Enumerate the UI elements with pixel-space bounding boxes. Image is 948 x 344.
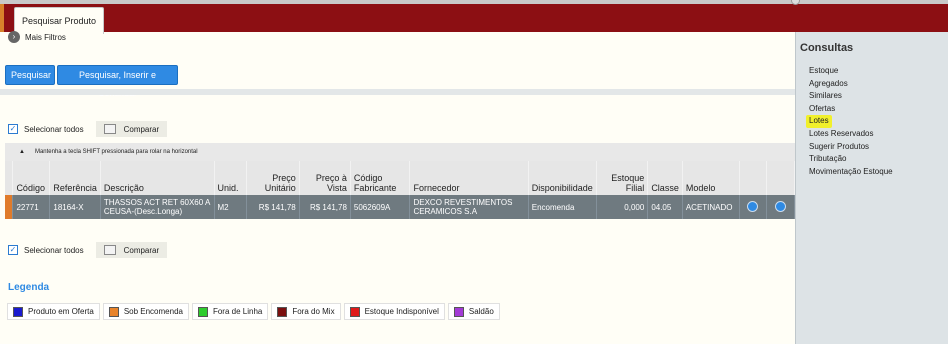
select-all-label[interactable]: Selecionar todos	[24, 246, 84, 255]
table-row[interactable]: 22771 18164-X THASSOS ACT RET 60X60 A CE…	[5, 195, 795, 219]
select-bar-bottom: ✓ Selecionar todos Comparar	[8, 242, 168, 258]
checkbox-icon[interactable]: ✓	[8, 245, 18, 255]
legend-label: Saldão	[468, 307, 494, 316]
cell-estoque-filial: 0,000	[596, 195, 649, 219]
cell-unid: M2	[214, 195, 248, 219]
consultas-links: Estoque Agregados Similares Ofertas Lote…	[806, 65, 893, 179]
cell-preco-vista: R$ 141,78	[299, 195, 351, 219]
consultas-panel: Consultas Estoque Agregados Similares Of…	[795, 32, 948, 344]
orange-accent	[0, 4, 4, 32]
products-table: Código Referência Descrição Unid. Preço …	[5, 161, 795, 219]
cell-codigo-fabricante: 5062609A	[350, 195, 411, 219]
header-fornecedor[interactable]: Fornecedor	[409, 161, 529, 195]
search-insert-continue-button[interactable]: Pesquisar, Inserir e Continuar	[57, 65, 178, 98]
header-preco-unitario[interactable]: Preço Unitário	[246, 161, 300, 195]
legend: Produto em Oferta Sob Encomenda Fora de …	[7, 303, 500, 320]
consultas-title: Consultas	[800, 42, 854, 54]
link-similares[interactable]: Similares	[809, 90, 893, 103]
info-icon[interactable]	[747, 200, 759, 212]
boxes-icon[interactable]	[775, 200, 787, 212]
header-indicator	[5, 161, 14, 195]
header-descricao[interactable]: Descrição	[100, 161, 215, 195]
swatch-icon	[277, 306, 288, 317]
header-action-1	[739, 161, 768, 195]
top-bar	[0, 0, 948, 32]
link-lotes[interactable]: Lotes	[806, 115, 832, 128]
results-table: ▲ Mantenha a tecla SHIFT pressionada par…	[5, 143, 795, 219]
legend-label: Produto em Oferta	[28, 307, 94, 316]
cell-lots-action[interactable]	[766, 195, 795, 219]
checkbox-icon[interactable]: ✓	[8, 124, 18, 134]
header-disponibilidade[interactable]: Disponibilidade	[528, 161, 597, 195]
cell-modelo: ACETINADO	[682, 195, 740, 219]
legend-label: Fora de Linha	[212, 307, 263, 316]
legend-label: Sob Encomenda	[123, 307, 183, 316]
swatch-icon	[349, 306, 360, 317]
header-referencia[interactable]: Referência	[49, 161, 101, 195]
header-estoque-filial[interactable]: Estoque Filial	[596, 161, 649, 195]
link-lotes-reservados[interactable]: Lotes Reservados	[809, 128, 893, 141]
book-icon	[103, 124, 116, 134]
legend-item-estoque-indisponivel: Estoque Indisponível	[343, 303, 445, 320]
tab-pesquisar-produto[interactable]: Pesquisar Produto	[14, 7, 104, 34]
swatch-icon	[108, 306, 119, 317]
header-codigo[interactable]: Código	[12, 161, 51, 195]
compare-label: Comparar	[123, 124, 160, 134]
link-ofertas[interactable]: Ofertas	[809, 103, 893, 116]
separator	[0, 89, 795, 95]
select-all-bottom[interactable]: ✓ Selecionar todos	[8, 245, 84, 255]
legend-label: Fora do Mix	[292, 307, 335, 316]
cell-referencia: 18164-X	[49, 195, 101, 219]
compare-label: Comparar	[123, 245, 160, 255]
header-unid[interactable]: Unid.	[214, 161, 248, 195]
shift-hint: ▲ Mantenha a tecla SHIFT pressionada par…	[5, 143, 795, 161]
user-icon[interactable]	[791, 0, 800, 5]
collapse-icon[interactable]: ▲	[19, 149, 25, 155]
top-strip	[0, 0, 948, 4]
link-movimentacao-estoque[interactable]: Movimentação Estoque	[809, 166, 893, 179]
select-all-label[interactable]: Selecionar todos	[24, 125, 84, 134]
swatch-icon	[13, 306, 23, 317]
compare-button[interactable]: Comparar	[95, 242, 168, 258]
cell-classe: 04.05	[647, 195, 683, 219]
cell-preco-unitario: R$ 141,78	[246, 195, 300, 219]
shift-hint-text: Mantenha a tecla SHIFT pressionada para …	[34, 149, 198, 155]
link-tributacao[interactable]: Tributação	[809, 153, 893, 166]
cell-fornecedor: DEXCO REVESTIMENTOS CERAMICOS S.A	[409, 195, 529, 219]
cell-info-action[interactable]	[739, 195, 768, 219]
chevron-right-icon[interactable]: ›	[8, 31, 20, 43]
link-sugerir-produtos[interactable]: Sugerir Produtos	[809, 141, 893, 154]
header-codigo-fabricante[interactable]: Código Fabricante	[350, 161, 411, 195]
legend-item-saldao: Saldão	[447, 303, 500, 320]
row-status-indicator	[5, 195, 14, 219]
more-filters[interactable]: › Mais Filtros	[8, 31, 66, 43]
select-all-top[interactable]: ✓ Selecionar todos	[8, 124, 84, 134]
legend-item-oferta: Produto em Oferta	[7, 303, 100, 320]
legend-label: Estoque Indisponível	[364, 307, 439, 316]
link-estoque[interactable]: Estoque	[809, 65, 893, 78]
table-header-row: Código Referência Descrição Unid. Preço …	[5, 161, 795, 195]
legend-item-encomenda: Sob Encomenda	[102, 303, 189, 320]
header-modelo[interactable]: Modelo	[682, 161, 740, 195]
legend-item-fora-mix: Fora do Mix	[271, 303, 341, 320]
swatch-icon	[197, 306, 208, 317]
header-preco-vista[interactable]: Preço à Vista	[299, 161, 351, 195]
swatch-icon	[453, 306, 464, 317]
book-icon	[103, 245, 116, 255]
compare-button[interactable]: Comparar	[95, 121, 168, 137]
link-agregados[interactable]: Agregados	[809, 78, 893, 91]
legend-item-fora-linha: Fora de Linha	[191, 303, 269, 320]
select-bar-top: ✓ Selecionar todos Comparar	[8, 121, 168, 137]
header-classe[interactable]: Classe	[647, 161, 683, 195]
more-filters-label[interactable]: Mais Filtros	[25, 33, 66, 42]
search-button[interactable]: Pesquisar	[5, 65, 55, 85]
legend-title: Legenda	[8, 282, 50, 293]
cell-descricao: THASSOS ACT RET 60X60 A CEUSA-(Desc.Long…	[100, 195, 215, 219]
header-action-2	[766, 161, 795, 195]
cell-disponibilidade: Encomenda	[528, 195, 597, 219]
cell-codigo: 22771	[12, 195, 51, 219]
